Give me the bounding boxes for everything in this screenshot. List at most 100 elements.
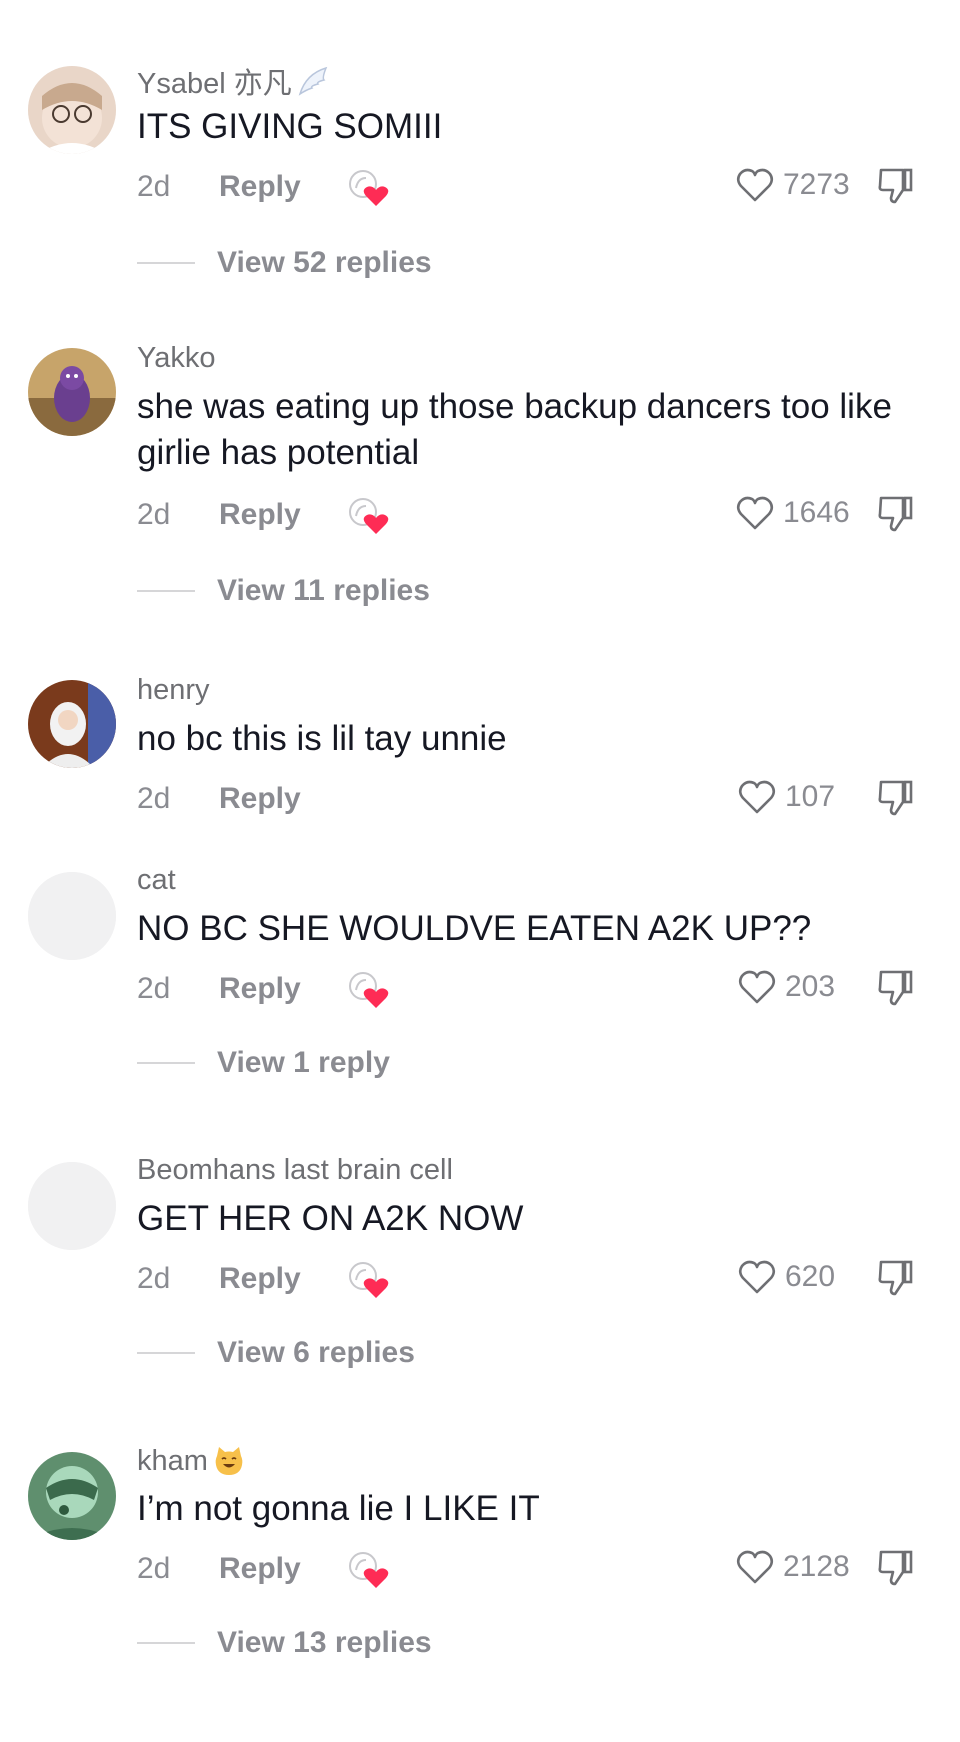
replies-divider — [137, 1642, 195, 1644]
creator-liked-icon — [349, 972, 389, 1008]
view-replies-button[interactable]: View 52 replies — [137, 246, 432, 280]
view-replies-label: View 6 replies — [217, 1336, 415, 1369]
comment-date: 2d — [137, 972, 171, 1005]
view-replies-button[interactable]: View 13 replies — [137, 1626, 432, 1660]
author-name: Beomhans last brain cell — [137, 1154, 453, 1186]
author-name: kham — [137, 1444, 208, 1477]
like-count: 620 — [785, 1260, 836, 1293]
like-button[interactable]: 107 — [737, 778, 835, 816]
comment-date: 2d — [137, 1262, 171, 1295]
avatar-image — [28, 66, 116, 154]
comment-text: GET HER ON A2K NOW — [137, 1199, 524, 1238]
view-replies-label: View 13 replies — [217, 1626, 432, 1659]
comment-item: Beomhans last brain cell GET HER ON A2K … — [0, 1110, 960, 1400]
like-button[interactable]: 203 — [737, 968, 835, 1006]
author-name: Ysabel 亦凡 — [137, 68, 292, 100]
like-button[interactable]: 1646 — [735, 494, 850, 532]
author-name: Yakko — [137, 342, 216, 374]
view-replies-button[interactable]: View 6 replies — [137, 1336, 415, 1370]
comment-author[interactable]: Ysabel 亦凡 — [137, 60, 330, 102]
dislike-icon[interactable] — [873, 966, 917, 1010]
heart-icon — [738, 1260, 776, 1294]
dislike-icon[interactable] — [873, 1256, 917, 1300]
reply-button[interactable]: Reply — [219, 170, 301, 204]
comment-author[interactable]: henry — [137, 674, 210, 707]
like-count: 203 — [785, 970, 836, 1003]
reply-button[interactable]: Reply — [219, 498, 301, 532]
like-count: 1646 — [783, 496, 850, 529]
comment-date: 2d — [137, 170, 171, 203]
creator-liked-icon — [349, 170, 389, 206]
smiling-cat-emoji-icon — [215, 1447, 243, 1475]
view-replies-label: View 1 reply — [217, 1046, 390, 1079]
comment-item: Yakko she was eating up those backup dan… — [0, 300, 960, 630]
view-replies-button[interactable]: View 1 reply — [137, 1046, 390, 1080]
avatar[interactable] — [28, 348, 116, 436]
comment-item: henry no bc this is lil tay unnie 2d Rep… — [0, 630, 960, 820]
comment-list: Ysabel 亦凡 ITS GIVING SOMIII 2d Reply 727… — [0, 0, 960, 1742]
avatar[interactable] — [28, 66, 116, 154]
comment-author[interactable]: Beomhans last brain cell — [137, 1154, 453, 1187]
comment-item: kham I’m not gonna lie I LIKE IT 2d Repl… — [0, 1400, 960, 1742]
author-name: henry — [137, 674, 210, 706]
replies-divider — [137, 1352, 195, 1354]
comment-text: no bc this is lil tay unnie — [137, 719, 507, 758]
comment-actions: 2d Reply 2128 — [137, 1546, 960, 1590]
reply-button[interactable]: Reply — [219, 1552, 301, 1586]
like-button[interactable]: 2128 — [735, 1548, 850, 1586]
view-replies-button[interactable]: View 11 replies — [137, 574, 430, 608]
creator-liked-icon — [349, 1262, 389, 1298]
dislike-icon[interactable] — [873, 1546, 917, 1590]
avatar[interactable] — [28, 872, 116, 960]
avatar-image — [28, 348, 116, 436]
avatar[interactable] — [28, 680, 116, 768]
avatar-image — [28, 1452, 116, 1540]
comment-item: cat NO BC SHE WOULDVE EATEN A2K UP?? 2d … — [0, 820, 960, 1110]
like-button[interactable]: 7273 — [735, 166, 850, 204]
like-count: 2128 — [783, 1550, 850, 1583]
comment-date: 2d — [137, 498, 171, 531]
comment-actions: 2d Reply 203 — [137, 966, 960, 1010]
heart-icon — [736, 496, 774, 530]
avatar-placeholder — [28, 1162, 116, 1250]
like-count: 7273 — [783, 168, 850, 201]
replies-divider — [137, 262, 195, 264]
comment-author[interactable]: kham — [137, 1444, 246, 1478]
comment-actions: 2d Reply 620 — [137, 1256, 960, 1300]
comment-author[interactable]: cat — [137, 864, 176, 897]
comment-date: 2d — [137, 1552, 171, 1585]
view-replies-label: View 52 replies — [217, 246, 432, 279]
heart-icon — [738, 780, 776, 814]
reply-button[interactable]: Reply — [219, 782, 301, 816]
avatar-image — [28, 680, 116, 768]
dislike-icon[interactable] — [873, 776, 917, 820]
like-count: 107 — [785, 780, 836, 813]
dislike-icon[interactable] — [873, 164, 917, 208]
comment-text: NO BC SHE WOULDVE EATEN A2K UP?? — [137, 909, 812, 948]
comment-date: 2d — [137, 782, 171, 815]
comment-text: I’m not gonna lie I LIKE IT — [137, 1489, 540, 1528]
wing-emoji-icon — [298, 66, 328, 96]
avatar[interactable] — [28, 1452, 116, 1540]
heart-icon — [736, 168, 774, 202]
heart-icon — [736, 1550, 774, 1584]
comment-actions: 2d Reply 107 — [137, 776, 960, 820]
comment-author[interactable]: Yakko — [137, 342, 215, 375]
reply-button[interactable]: Reply — [219, 972, 301, 1006]
view-replies-label: View 11 replies — [217, 574, 430, 607]
creator-liked-icon — [349, 498, 389, 534]
dislike-icon[interactable] — [873, 492, 917, 536]
heart-icon — [738, 970, 776, 1004]
replies-divider — [137, 1062, 195, 1064]
author-name: cat — [137, 864, 176, 896]
comment-item: Ysabel 亦凡 ITS GIVING SOMIII 2d Reply 727… — [0, 0, 960, 300]
comment-actions: 2d Reply 7273 — [137, 164, 960, 208]
creator-liked-icon — [349, 1552, 389, 1588]
comment-actions: 2d Reply 1646 — [137, 492, 960, 536]
avatar[interactable] — [28, 1162, 116, 1250]
comment-text: ITS GIVING SOMIII — [137, 107, 443, 146]
reply-button[interactable]: Reply — [219, 1262, 301, 1296]
like-button[interactable]: 620 — [737, 1258, 835, 1296]
comment-text: she was eating up those backup dancers t… — [137, 387, 892, 472]
avatar-placeholder — [28, 872, 116, 960]
